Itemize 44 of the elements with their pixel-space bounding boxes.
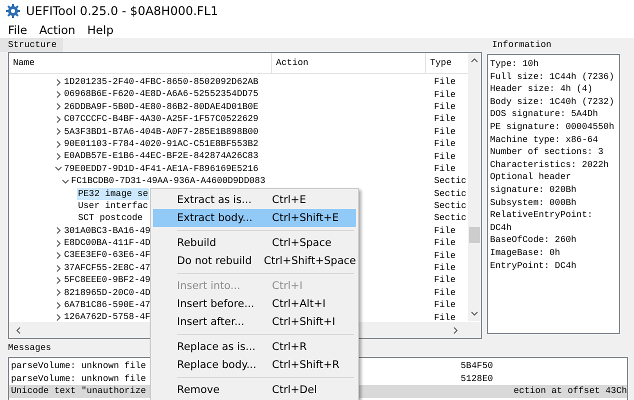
message-text: ection at offset 43Ch <box>514 385 627 398</box>
type-cell-text: File <box>434 288 457 298</box>
type-cell-text: File <box>434 139 457 150</box>
panel-title: Information <box>491 39 552 52</box>
info-line: Header size: 4h (4) <box>490 83 594 96</box>
type-cell: Sectic <box>434 201 467 212</box>
message-text: 5B4F50 <box>460 360 493 373</box>
info-line: Subsystem: 000Bh <box>490 196 578 210</box>
info-line: BaseOfCode: 260h <box>490 234 578 247</box>
info-line: Characteristics: 2022h <box>490 158 610 172</box>
type-cell-text: File <box>434 226 457 236</box>
type-cell: Sectic <box>434 188 467 199</box>
info-line: RelativeEntryPoint: <box>490 209 594 222</box>
message-text: 5128E0 <box>460 372 493 386</box>
panel-title: Messages <box>8 342 52 355</box>
info-line: EntryPoint: DC4h <box>490 260 578 272</box>
info-line: signature: 020Bh <box>490 184 578 197</box>
type-cell-text: File <box>434 312 457 323</box>
info-line: DC4h <box>490 222 513 234</box>
info-line: PE signature: 00004550h <box>490 120 616 134</box>
type-cell-text: File <box>434 275 457 286</box>
type-cell-text: File <box>434 152 457 162</box>
type-cell-text: File <box>434 263 457 274</box>
info-line: ImageBase: 0h <box>490 246 562 260</box>
info-line: Optional header <box>490 171 572 184</box>
type-cell-text: File <box>434 126 457 137</box>
type-cell-text: File <box>434 114 457 124</box>
type-cell-text: File <box>434 250 457 261</box>
type-cell-text: File <box>434 77 457 88</box>
type-cell-text: File <box>434 300 457 310</box>
info-line: Number of sections: 3 <box>490 146 604 159</box>
type-cell-text: File <box>434 102 457 112</box>
info-line: DOS signature: 5A4Dh <box>490 108 600 121</box>
info-line: Machine type: x86-64 <box>490 134 600 146</box>
info-line: Type: 10h <box>490 58 540 71</box>
type-cell: Sectic <box>434 176 467 186</box>
type-cell: Sectic <box>434 213 467 224</box>
window-title: UEFITool 0.25.0 - $0A8H000.FL1 <box>26 4 218 18</box>
info-line: Full size: 1C44h (7236) <box>490 70 616 84</box>
type-cell-text: File <box>434 238 457 248</box>
panel-title: Structure <box>0 38 63 52</box>
type-cell-text: File <box>434 90 457 100</box>
type-cell-text: File <box>434 164 457 174</box>
info-line: Body size: 1C40h (7232) <box>490 96 616 108</box>
